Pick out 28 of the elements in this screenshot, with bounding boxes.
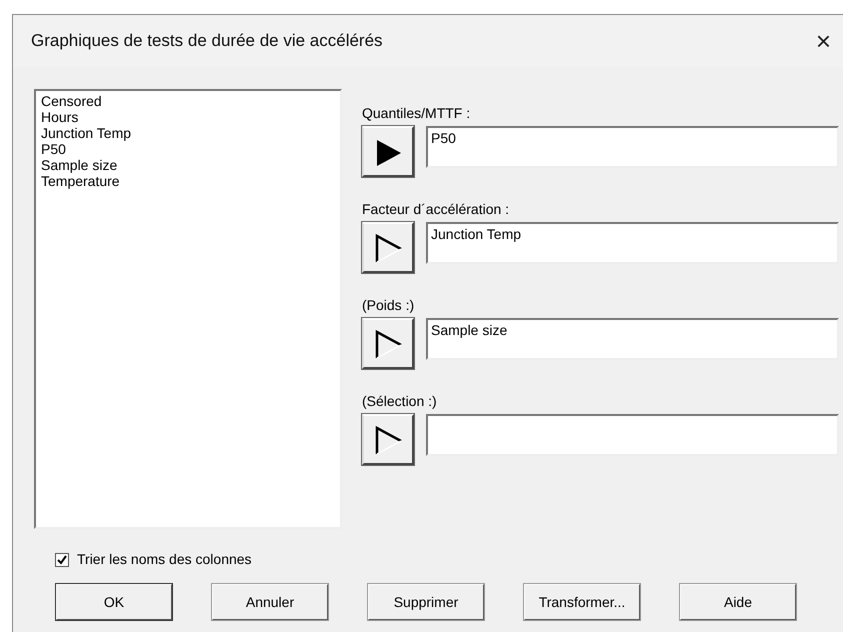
checkbox[interactable] (55, 552, 69, 566)
column-list-item[interactable]: P50 (41, 141, 66, 157)
column-list-item[interactable]: Censored (41, 93, 102, 109)
column-list-item[interactable]: Sample size (41, 157, 118, 173)
field-label: Quantiles/MTTF : (362, 105, 472, 121)
column-list-item[interactable]: Hours (41, 109, 78, 125)
window-title: Graphiques de tests de durée de vie accélérés (31, 30, 383, 52)
column-list-item[interactable]: Junction Temp (41, 125, 132, 141)
select-variable-button[interactable] (362, 318, 414, 369)
column-list-item[interactable]: Temperature (41, 173, 120, 189)
select-variable-button[interactable] (362, 414, 414, 465)
check-icon (57, 554, 67, 564)
close-button[interactable]: × (812, 28, 835, 54)
dialog-button[interactable]: Annuler (212, 584, 328, 620)
select-variable-button[interactable] (362, 126, 414, 177)
dialog-button[interactable]: Aide (680, 584, 796, 620)
variable-field[interactable] (426, 414, 839, 456)
field-label: (Sélection :) (362, 393, 438, 409)
field-label: Facteur d´accélération : (362, 201, 510, 217)
variable-field[interactable]: P50 (426, 126, 839, 168)
variable-field[interactable]: Junction Temp (426, 222, 839, 264)
select-variable-button[interactable] (362, 222, 414, 273)
field-label: (Poids :) (362, 297, 416, 313)
checkbox-label: Trier les noms des colonnes (77, 550, 252, 569)
dialog-button[interactable]: Supprimer (368, 584, 484, 620)
dialog-button[interactable]: Transformer... (524, 584, 640, 620)
variable-field[interactable]: Sample size (426, 318, 839, 360)
dialog-button[interactable]: OK (56, 584, 172, 620)
